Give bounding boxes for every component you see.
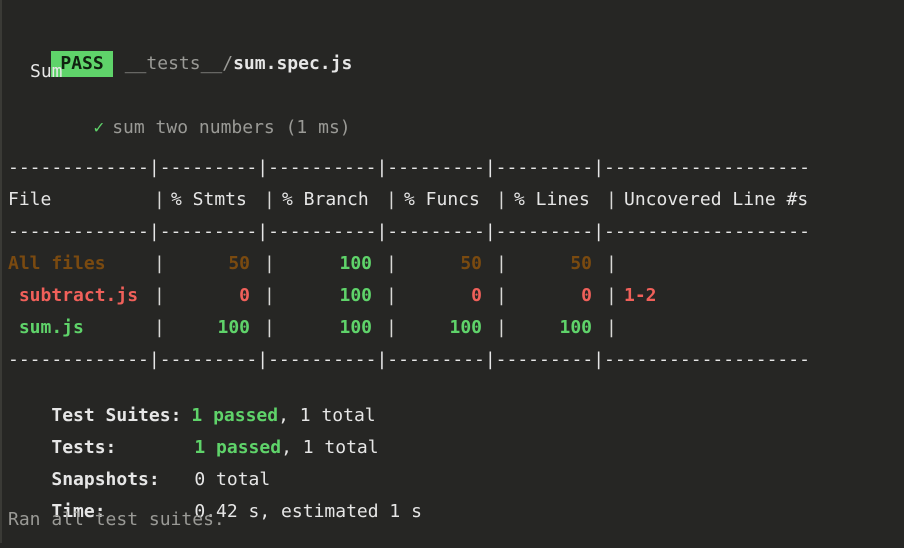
cell-stmts: 100 — [217, 317, 250, 338]
column-separator: | — [386, 189, 397, 210]
cell-stmts: 0 — [239, 285, 250, 306]
terminal-window[interactable]: PASS __tests__/sum.spec.js Sum ✓ sum two n… — [0, 0, 904, 543]
test-file-name: sum.spec.js — [233, 53, 353, 74]
suite-name: Sum — [30, 61, 63, 82]
summary-tests: Tests: 1 passed, 1 total — [8, 412, 378, 458]
cell-lines: 0 — [581, 285, 592, 306]
test-file-header: PASS __tests__/sum.spec.js — [8, 27, 352, 77]
cell-branch: 100 — [339, 253, 372, 274]
column-separator: | — [606, 189, 617, 210]
cell-lines: 100 — [559, 317, 592, 338]
cell-branch: 100 — [339, 317, 372, 338]
cell-file: All files — [8, 253, 106, 274]
column-separator: | — [154, 189, 165, 210]
table-divider-mid: -------------|---------|----------|-----… — [8, 221, 810, 242]
test-path-prefix: __tests__/ — [124, 53, 234, 74]
cell-stmts: 50 — [228, 253, 250, 274]
column-separator: | — [606, 317, 617, 338]
cell-file: subtract.js — [8, 285, 139, 306]
test-name: sum two numbers (1 ms) — [112, 117, 351, 138]
test-result-row: ✓ sum two numbers (1 ms) — [50, 92, 350, 138]
header-lines: % Lines — [514, 189, 590, 210]
summary-time: Time: 0.42 s, estimated 1 s — [8, 476, 422, 522]
cell-funcs: 0 — [471, 285, 482, 306]
column-separator: | — [606, 253, 617, 274]
summary-value: 0.42 s, estimated 1 s — [194, 501, 422, 522]
summary-total: , 1 total — [281, 437, 379, 458]
column-separator: | — [264, 189, 275, 210]
header-uncovered: Uncovered Line #s — [624, 189, 809, 210]
table-divider-bottom: -------------|---------|----------|-----… — [8, 349, 810, 370]
header-stmts: % Stmts — [171, 189, 247, 210]
cell-file: sum.js — [8, 317, 84, 338]
header-branch: % Branch — [282, 189, 369, 210]
cell-funcs: 100 — [449, 317, 482, 338]
summary-footer: Ran all test suites. — [8, 509, 225, 530]
cell-lines: 50 — [570, 253, 592, 274]
check-icon: ✓ — [93, 117, 105, 138]
header-funcs: % Funcs — [404, 189, 480, 210]
cell-funcs: 50 — [460, 253, 482, 274]
summary-test-suites: Test Suites: 1 passed, 1 total — [8, 380, 375, 426]
header-file: File — [8, 189, 52, 210]
table-divider-top: -------------|---------|----------|-----… — [8, 157, 810, 178]
summary-snapshots: Snapshots: 0 total — [8, 444, 270, 490]
cell-branch: 100 — [339, 285, 372, 306]
column-separator: | — [606, 285, 617, 306]
column-separator: | — [496, 189, 507, 210]
cell-uncovered: 1-2 — [624, 285, 657, 306]
